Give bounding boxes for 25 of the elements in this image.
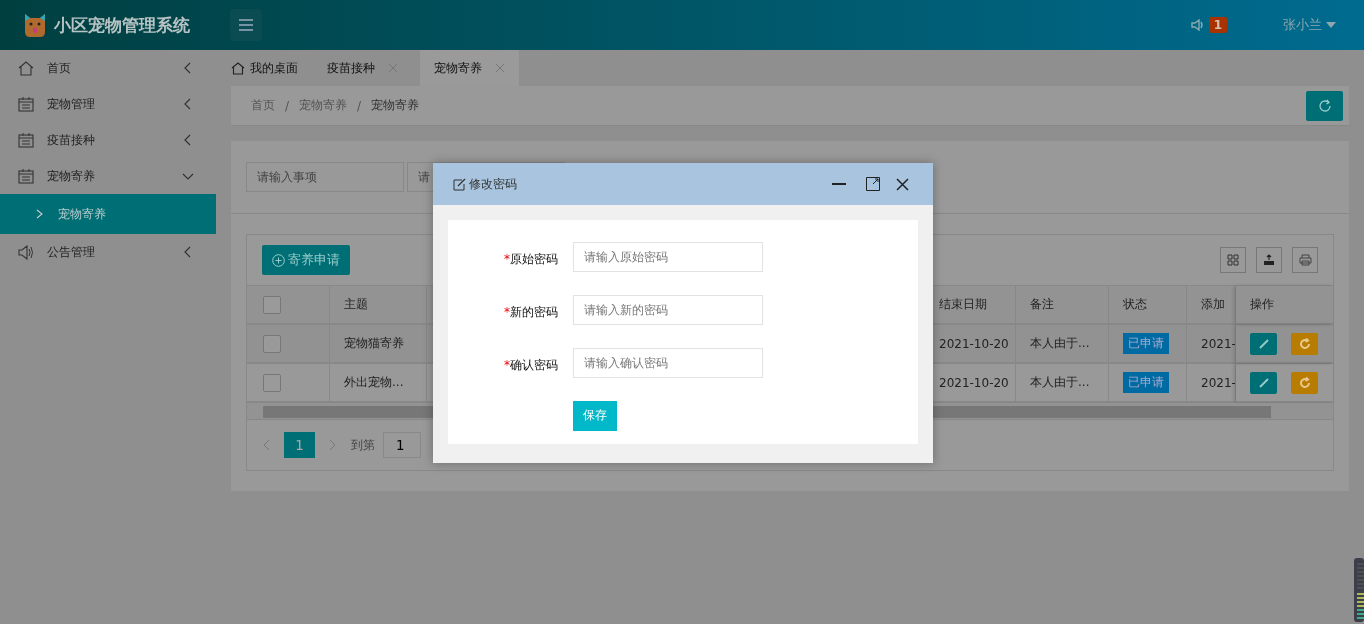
table-cell: 外出宠物...	[344, 374, 404, 391]
field-label: *原始密码	[503, 251, 559, 268]
column-header: 添加	[1201, 296, 1225, 313]
table-cell: 2021-	[1201, 375, 1235, 390]
table-cell: 2021-	[1201, 336, 1235, 351]
column-header: 操作	[1250, 296, 1274, 313]
breadcrumb-separator: /	[285, 98, 290, 113]
column-header: 备注	[1030, 296, 1054, 313]
table-cell: 2021-10-20	[939, 375, 1009, 390]
field-label: *新的密码	[503, 304, 559, 321]
table-cell: 2021-10-20	[939, 336, 1009, 351]
table-cell: 宠物猫寄养	[344, 335, 404, 352]
notification-badge: 1	[1208, 17, 1227, 33]
table-cell: 本人由于...	[1030, 335, 1090, 352]
status-tag: 已申请	[1123, 372, 1169, 393]
column-header: 结束日期	[939, 296, 987, 313]
column-header: 主题	[344, 296, 368, 313]
goto-label: 到第	[351, 436, 375, 454]
dialog-title: 修改密码	[469, 175, 517, 193]
app-title: 小区宠物管理系统	[54, 13, 190, 37]
column-header: 状态	[1123, 296, 1147, 313]
breadcrumb-separator: /	[357, 98, 362, 113]
field-label: *确认密码	[503, 357, 559, 374]
status-tag: 已申请	[1123, 333, 1169, 354]
table-cell: 本人由于...	[1030, 374, 1090, 391]
